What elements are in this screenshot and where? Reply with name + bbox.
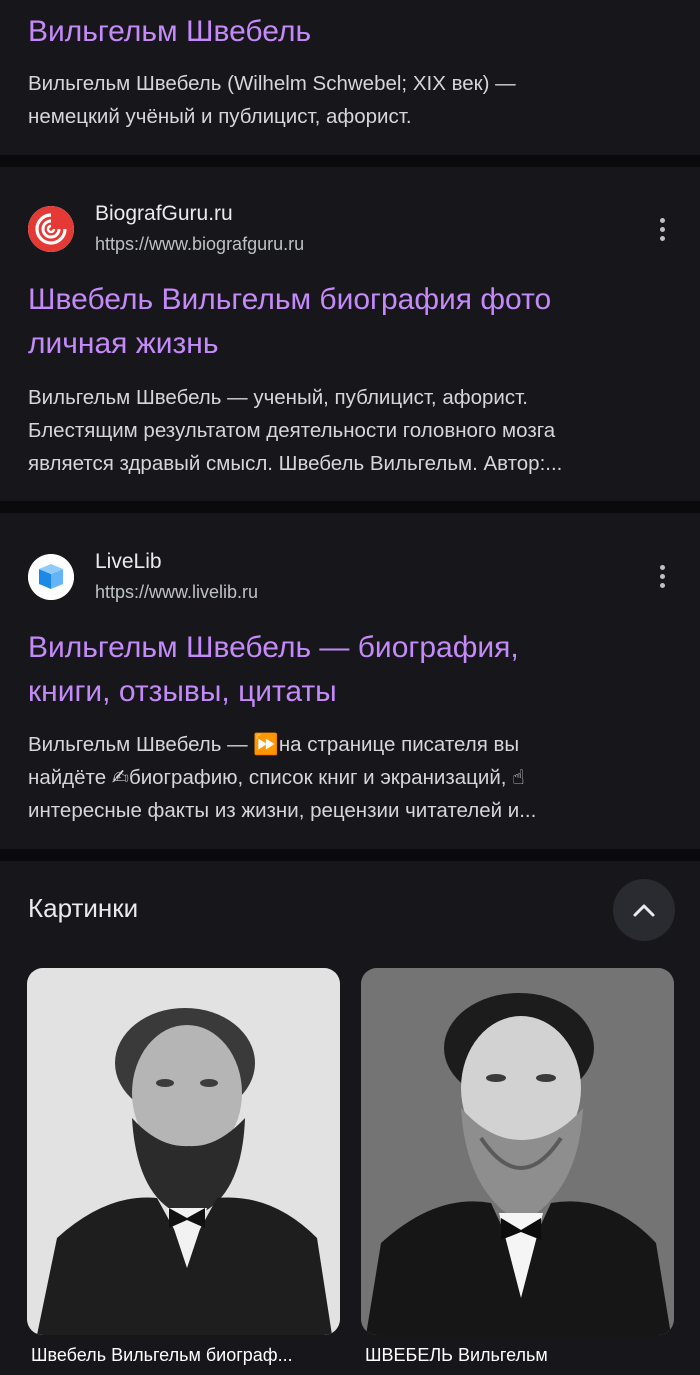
more-options-icon[interactable] xyxy=(650,558,674,594)
chevron-up-icon xyxy=(633,904,655,917)
result-title-link[interactable]: Вильгельм Швебель — биография, книги, от… xyxy=(28,626,519,714)
snippet-line: немецкий учёный и публицист, афорист. xyxy=(28,105,412,128)
result-card-wikipedia: Вильгельм Швебель Вильгельм Швебель (Wil… xyxy=(0,0,700,155)
image-caption[interactable]: Швебель Вильгельм биограф... xyxy=(31,1345,337,1366)
site-url: https://www.biografguru.ru xyxy=(95,234,305,254)
snippet-line: интересные факты из жизни, рецензии чита… xyxy=(28,799,537,822)
site-url: https://www.livelib.ru xyxy=(95,582,259,602)
site-name: LiveLib xyxy=(95,550,162,573)
image-thumbnail[interactable] xyxy=(27,968,340,1335)
result-snippet: Вильгельм Швебель — ⏩на странице писател… xyxy=(28,728,536,827)
livelib-book-icon xyxy=(28,553,74,600)
image-caption[interactable]: ШВЕБЕЛЬ Вильгельм xyxy=(365,1345,671,1366)
result-card-biografguru: BiografGuru.ru https://www.biografguru.r… xyxy=(0,167,700,501)
divider xyxy=(0,155,700,167)
snippet-line: Вильгельм Швебель (Wilhelm Schwebel; XIX… xyxy=(28,72,516,95)
result-title-link[interactable]: Вильгельм Швебель xyxy=(28,10,311,54)
title-line: книги, отзывы, цитаты xyxy=(28,675,337,708)
title-line: личная жизнь xyxy=(28,327,219,360)
collapse-button[interactable] xyxy=(613,879,675,941)
result-snippet: Вильгельм Швебель — ученый, публицист, а… xyxy=(28,381,562,480)
biografguru-logo-icon xyxy=(28,205,74,252)
site-name: BiografGuru.ru xyxy=(95,202,233,225)
snippet-line: Вильгельм Швебель — ⏩на странице писател… xyxy=(28,733,520,756)
site-header[interactable]: LiveLib https://www.livelib.ru xyxy=(28,548,258,605)
result-title-link[interactable]: Швебель Вильгельм биография фото личная … xyxy=(28,278,551,366)
result-snippet: Вильгельм Швебель (Wilhelm Schwebel; XIX… xyxy=(28,67,516,133)
snippet-line: является здравый смысл. Швебель Вильгель… xyxy=(28,452,563,475)
images-section-title: Картинки xyxy=(28,893,139,923)
snippet-line: найдёте ✍биографию, список книг и экрани… xyxy=(28,766,525,789)
divider xyxy=(0,501,700,513)
site-header[interactable]: BiografGuru.ru https://www.biografguru.r… xyxy=(28,200,304,257)
snippet-line: Вильгельм Швебель — ученый, публицист, а… xyxy=(28,386,528,409)
portrait-photo xyxy=(27,968,340,1335)
divider xyxy=(0,849,700,861)
title-line: Вильгельм Швебель — биография, xyxy=(28,631,519,664)
result-card-livelib: LiveLib https://www.livelib.ru Вильгельм… xyxy=(0,513,700,849)
snippet-line: Блестящим результатом деятельности голов… xyxy=(28,419,556,442)
image-thumbnail[interactable] xyxy=(361,968,674,1335)
title-line: Швебель Вильгельм биография фото xyxy=(28,283,552,316)
portrait-photo xyxy=(361,968,674,1335)
more-options-icon[interactable] xyxy=(650,211,674,247)
